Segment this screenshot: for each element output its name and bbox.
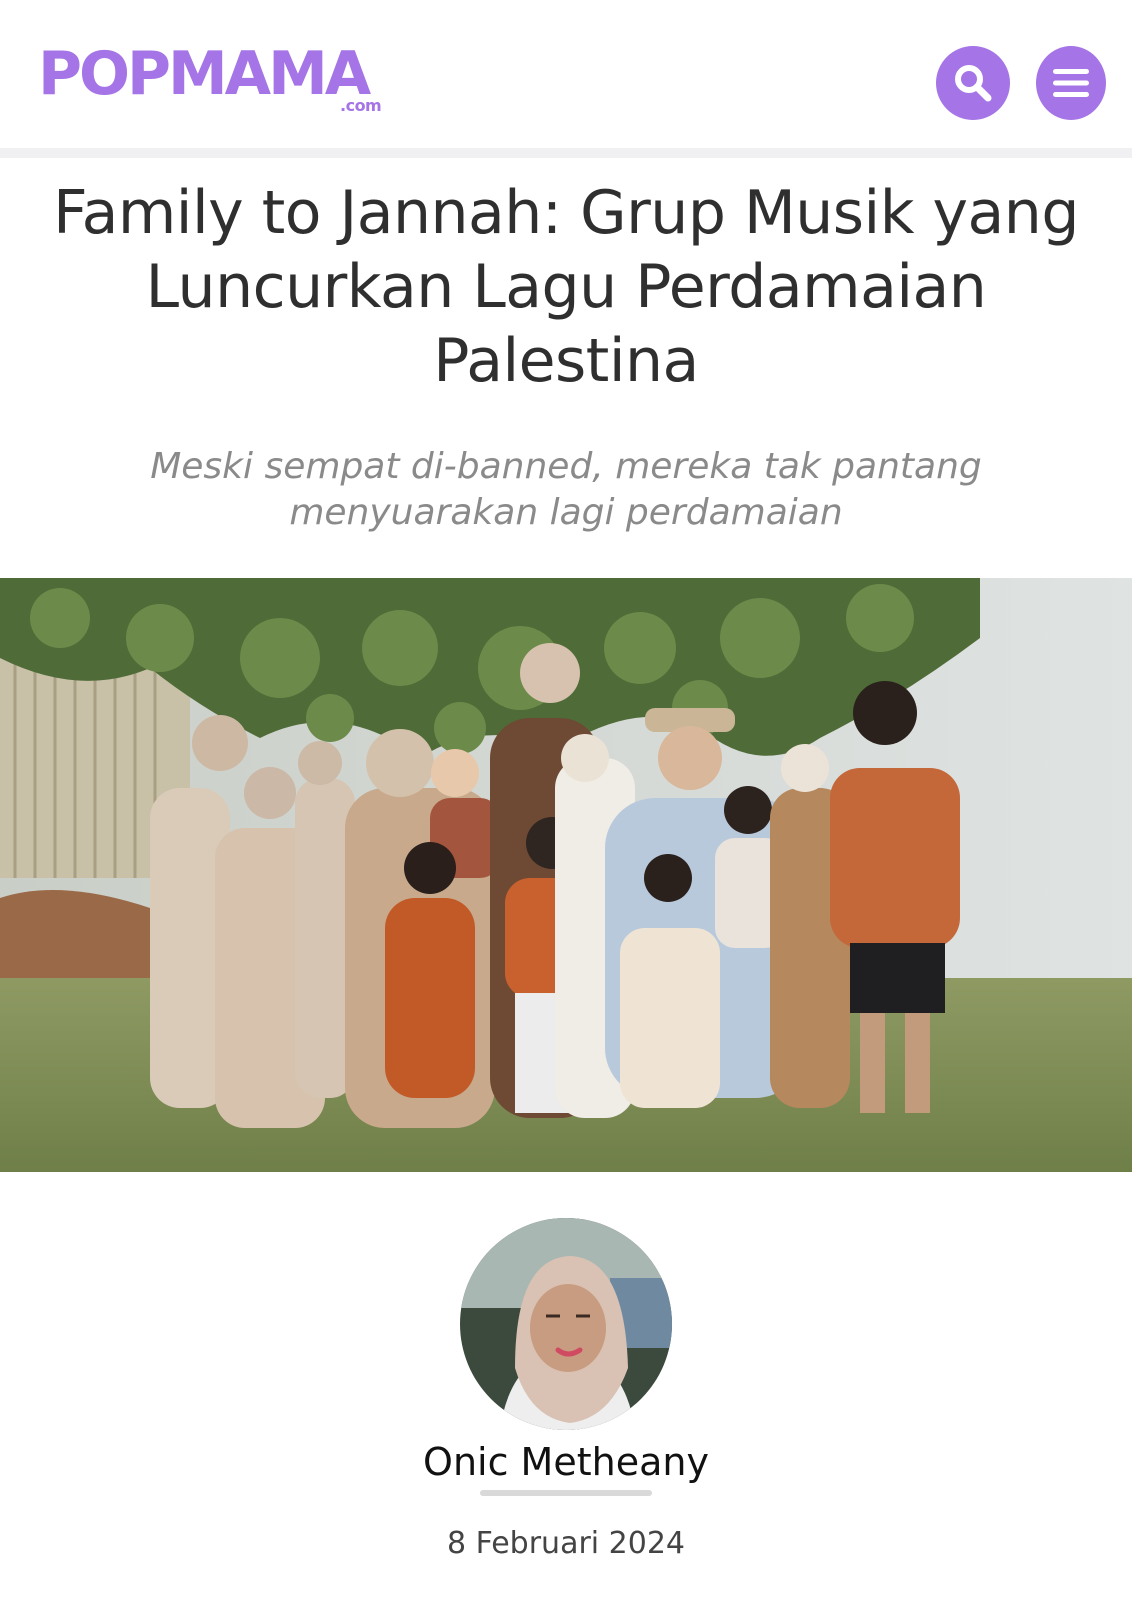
article-page: POPMAMA .com Family to Jannah: Grup Musi… <box>0 0 1132 1600</box>
article-subtitle: Meski sempat di-banned, mereka tak panta… <box>150 446 982 533</box>
menu-button[interactable] <box>1036 46 1106 120</box>
author-name[interactable]: Onic Metheany <box>366 1436 766 1488</box>
search-button[interactable] <box>936 46 1010 120</box>
author-avatar[interactable] <box>460 1218 672 1430</box>
hamburger-menu-icon <box>1053 69 1089 97</box>
author-name-underline <box>480 1490 652 1496</box>
publish-date: 8 Februari 2024 <box>446 1526 686 1561</box>
header-divider <box>0 148 1132 158</box>
search-icon <box>955 65 992 102</box>
logo-domain: .com <box>340 96 382 115</box>
logo-wordmark: POPMAMA <box>38 39 371 109</box>
article-title: Family to Jannah: Grup Musik yang Luncur… <box>53 178 1079 396</box>
hero-photo <box>0 578 1132 1172</box>
site-header: POPMAMA .com <box>0 0 1132 148</box>
popmama-logo[interactable]: POPMAMA .com <box>38 38 398 122</box>
